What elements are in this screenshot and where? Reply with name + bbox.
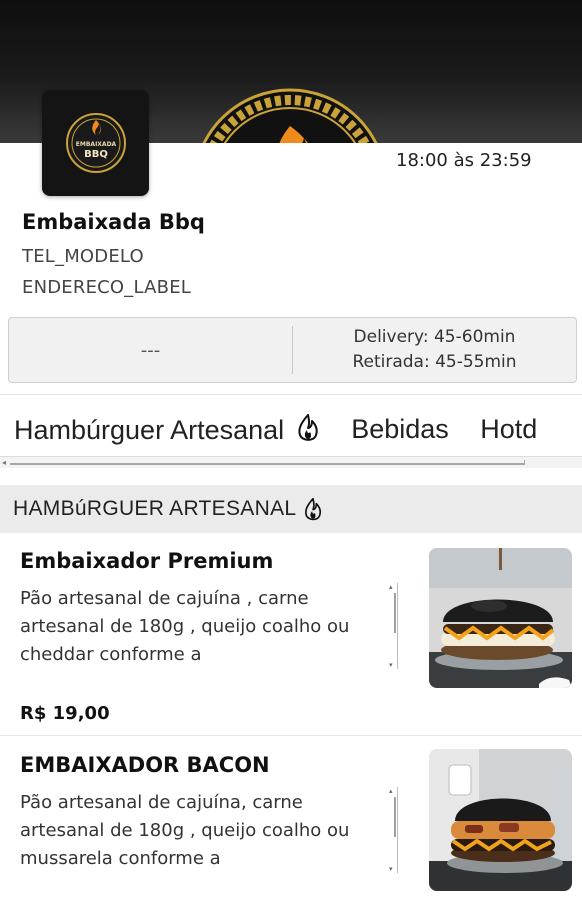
scrollbar-thumb[interactable] (391, 797, 396, 837)
rating-placeholder: --- (9, 326, 293, 374)
store-name: Embaixada Bbq (22, 210, 205, 234)
scroll-down-icon[interactable]: ▾ (389, 865, 393, 873)
store-phone[interactable]: TEL_MODELO (22, 246, 144, 267)
tab-hotdog[interactable]: Hotd (480, 414, 537, 445)
product-photo[interactable] (429, 548, 572, 688)
store-address[interactable]: ENDERECO_LABEL (22, 277, 191, 298)
opening-hours: 18:00 às 23:59 (396, 150, 532, 171)
tab-label: Bebidas (351, 414, 449, 445)
store-logo: EMBAIXADA BBQ (42, 90, 149, 196)
tabs-horizontal-scrollbar[interactable]: ◂ (0, 456, 582, 468)
burger-photo (429, 749, 572, 891)
product-card[interactable]: EMBAIXADOR BACON Pão artesanal de cajuín… (0, 737, 582, 900)
scroll-down-icon[interactable]: ▾ (389, 661, 393, 669)
section-header: HAMBúRGUER ARTESANAL (0, 485, 582, 533)
scroll-up-icon[interactable]: ▴ (389, 583, 393, 591)
tab-hamburguer-artesanal[interactable]: Hambúrguer Artesanal (14, 413, 320, 446)
tab-label: Hotd (480, 414, 538, 445)
svg-text:BBQ: BBQ (84, 149, 108, 160)
store-logo-badge: EMBAIXADA BBQ (65, 113, 126, 173)
pickup-time: Retirada: 45-55min (352, 352, 517, 372)
product-description: Pão artesanal de cajuína, carne artesana… (20, 792, 350, 869)
flame-icon (305, 497, 322, 520)
scroll-up-icon[interactable]: ▴ (389, 787, 393, 795)
flame-icon (298, 414, 318, 442)
delivery-info-box: --- Delivery: 45-60min Retirada: 45-55mi… (8, 317, 577, 383)
tab-bebidas[interactable]: Bebidas (351, 414, 449, 445)
product-name: EMBAIXADOR BACON (20, 753, 270, 777)
scrollbar-thumb[interactable] (391, 593, 396, 633)
product-price: R$ 19,00 (20, 703, 110, 724)
burger-photo (429, 548, 572, 688)
scrollbar-thumb[interactable] (10, 460, 525, 465)
product-photo[interactable] (429, 749, 572, 891)
svg-text:EMBAIXADA: EMBAIXADA (75, 141, 116, 148)
description-scrollbar[interactable]: ▴ ▾ (388, 787, 398, 873)
product-name: Embaixador Premium (20, 549, 274, 573)
delivery-times: Delivery: 45-60min Retirada: 45-55min (293, 318, 576, 382)
tab-label: Hambúrguer Artesanal (14, 415, 285, 446)
product-description: Pão artesanal de cajuína , carne artesan… (20, 588, 350, 665)
category-tabs: Hambúrguer Artesanal Bebidas Hotd (14, 413, 561, 446)
description-scrollbar[interactable]: ▴ ▾ (388, 583, 398, 669)
product-card[interactable]: Embaixador Premium Pão artesanal de caju… (0, 533, 582, 736)
delivery-time: Delivery: 45-60min (353, 327, 516, 347)
section-title: HAMBúRGUER ARTESANAL (13, 497, 297, 520)
scroll-left-icon[interactable]: ◂ (2, 458, 6, 467)
brand-emblem-graphic (202, 88, 378, 143)
